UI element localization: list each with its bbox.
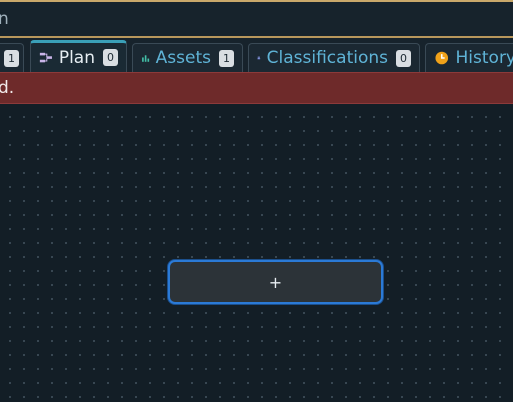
add-label: + <box>268 272 283 292</box>
tab-label: Plan <box>58 47 95 68</box>
history-icon <box>435 51 449 65</box>
tab-badge: 0 <box>396 49 411 67</box>
add-node-button[interactable]: + <box>168 260 383 304</box>
tab-label: Assets <box>155 48 211 68</box>
tab-label: History <box>455 48 513 68</box>
app-root: n 1 Plan 0 Assets 1 Classifications 0 Hi… <box>0 0 513 402</box>
search-bar[interactable]: n <box>0 0 513 38</box>
assets-icon <box>142 55 150 62</box>
tab-badge: 1 <box>219 49 234 67</box>
tab-badge: 1 <box>4 49 19 67</box>
tab-partial[interactable]: 1 <box>0 43 24 72</box>
tab-plan[interactable]: Plan 0 <box>30 40 127 72</box>
tab-assets[interactable]: Assets 1 <box>132 43 243 72</box>
tab-label: Classifications <box>266 48 388 68</box>
plan-canvas[interactable]: + <box>0 104 513 402</box>
classifications-icon <box>257 56 261 60</box>
banner-message: d. <box>0 78 15 98</box>
search-input-text[interactable]: n <box>0 9 9 29</box>
tab-history[interactable]: History <box>425 43 513 72</box>
tab-strip: 1 Plan 0 Assets 1 Classifications 0 Hist… <box>0 38 513 72</box>
error-banner: d. <box>0 72 513 104</box>
tab-badge: 0 <box>103 49 118 66</box>
tab-classifications[interactable]: Classifications 0 <box>248 43 420 72</box>
plan-icon <box>39 52 52 62</box>
